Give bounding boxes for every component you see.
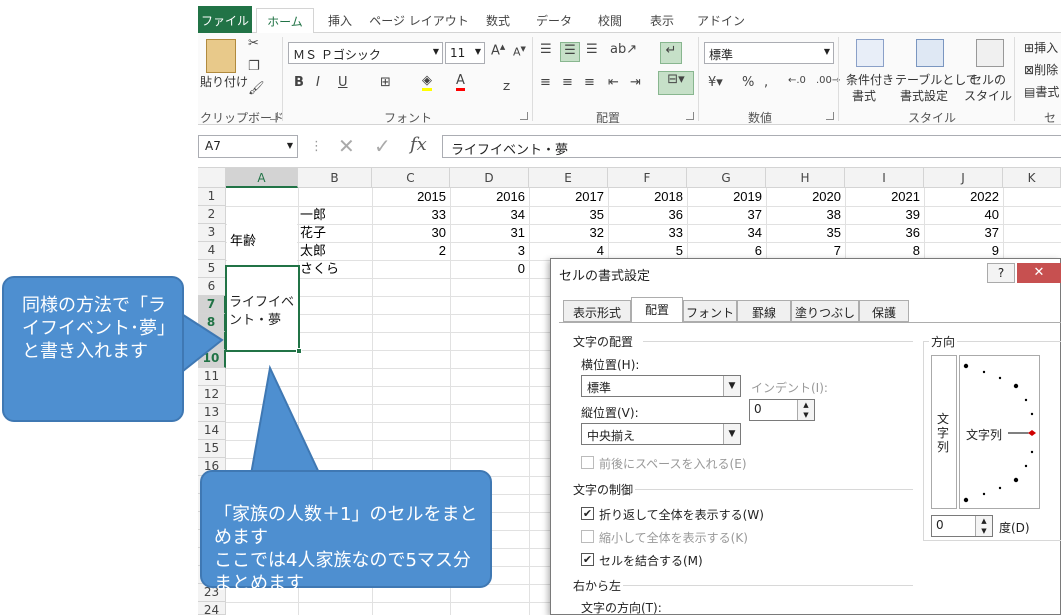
text-alignment-section: 文字の配置 <box>573 335 634 349</box>
dial-point <box>982 492 986 496</box>
spinner-icon[interactable]: ▲ ▼ <box>975 516 992 536</box>
shrink-to-fit-checkbox[interactable] <box>581 530 594 543</box>
section-line <box>635 489 913 490</box>
help-icon: ? <box>997 266 1005 280</box>
vertical-label: 縦位置(V): <box>581 406 639 420</box>
indent-input[interactable]: 0 ▲ ▼ <box>749 399 815 421</box>
dial-point <box>982 370 986 374</box>
callout-bottom-text: 「家族の人数＋1」のセルをまとめます ここでは4人家族なので5マス分まとめます <box>214 504 478 594</box>
dial-point <box>998 486 1002 490</box>
callout-top-text: 同様の方法で「ライフイベント･夢」と書き入れます <box>22 295 166 362</box>
dial-point <box>1013 383 1019 389</box>
vertical-text-button[interactable]: 文 字 列 <box>931 355 957 509</box>
tab-fill[interactable]: 塗りつぶし <box>791 300 859 322</box>
vertical-text-char: 字 <box>937 426 950 440</box>
vertical-text-char: 列 <box>937 440 950 454</box>
close-button[interactable]: ✕ <box>1017 263 1061 283</box>
spinner-icon[interactable]: ▲ ▼ <box>797 400 814 420</box>
tab-font[interactable]: フォント <box>683 300 737 322</box>
orientation-dial[interactable]: 文字列 <box>959 355 1040 509</box>
tab-separator <box>559 322 1061 323</box>
dial-point <box>963 497 969 503</box>
dial-point <box>1030 412 1034 416</box>
degrees-value: 0 <box>936 518 944 532</box>
dial-point <box>963 363 969 369</box>
distributed-checkbox[interactable] <box>581 456 594 469</box>
horizontal-label: 横位置(H): <box>581 358 640 372</box>
text-direction-label: 文字の方向(T): <box>581 601 662 615</box>
horizontal-select[interactable]: 標準 ▼ <box>581 375 741 397</box>
chevron-down-icon: ▼ <box>723 376 740 396</box>
wrap-text-label: 折り返して全体を表示する(W) <box>599 508 764 522</box>
orientation-text: 文字列 <box>966 428 1003 442</box>
dialog-title: セルの書式設定 <box>559 269 651 284</box>
tab-protection[interactable]: 保護 <box>859 300 909 322</box>
vertical-select[interactable]: 中央揃え ▼ <box>581 423 741 445</box>
close-icon: ✕ <box>1033 265 1045 280</box>
tab-number-format[interactable]: 表示形式 <box>563 300 631 322</box>
vertical-text-char: 文 <box>937 412 950 426</box>
format-cells-dialog: セルの書式設定 ? ✕ 表示形式 配置 フォント 罫線 塗りつぶし 保護 文字の… <box>550 258 1061 615</box>
merge-cells-checkbox[interactable]: ✔ <box>581 553 594 566</box>
dial-point <box>1024 464 1028 468</box>
dial-point <box>1013 477 1019 483</box>
section-line <box>643 341 913 342</box>
shrink-to-fit-label: 縮小して全体を表示する(K) <box>599 531 748 545</box>
dial-point <box>1024 398 1028 402</box>
degrees-label: 度(D) <box>999 521 1030 535</box>
distributed-label: 前後にスペースを入れる(E) <box>599 457 747 471</box>
merge-cells-label: セルを結合する(M) <box>599 554 703 568</box>
indent-label: インデント(I): <box>751 381 828 395</box>
callout-bottom: 「家族の人数＋1」のセルをまとめます ここでは4人家族なので5マス分まとめます <box>200 470 492 594</box>
vertical-text: 文 字 列 <box>937 412 949 454</box>
tab-alignment[interactable]: 配置 <box>631 297 683 323</box>
degrees-input[interactable]: 0 ▲ ▼ <box>931 515 993 537</box>
vertical-value: 中央揃え <box>587 429 636 443</box>
tab-border[interactable]: 罫線 <box>737 300 791 322</box>
dial-handle[interactable] <box>1028 430 1036 436</box>
wrap-text-checkbox[interactable]: ✔ <box>581 507 594 520</box>
help-button[interactable]: ? <box>987 263 1015 283</box>
rtl-section: 右から左 <box>573 579 622 593</box>
dial-point <box>998 376 1002 380</box>
chevron-down-icon: ▼ <box>723 424 740 444</box>
horizontal-value: 標準 <box>587 381 612 395</box>
dial-point <box>1030 450 1034 454</box>
section-line <box>623 585 913 586</box>
text-control-section: 文字の制御 <box>573 483 634 497</box>
callout-bottom-pointer <box>248 364 322 482</box>
callout-top: 同様の方法で「ライフイベント･夢」と書き入れます <box>2 276 184 422</box>
indent-value: 0 <box>754 402 762 416</box>
orientation-section: 方向 <box>929 333 958 350</box>
